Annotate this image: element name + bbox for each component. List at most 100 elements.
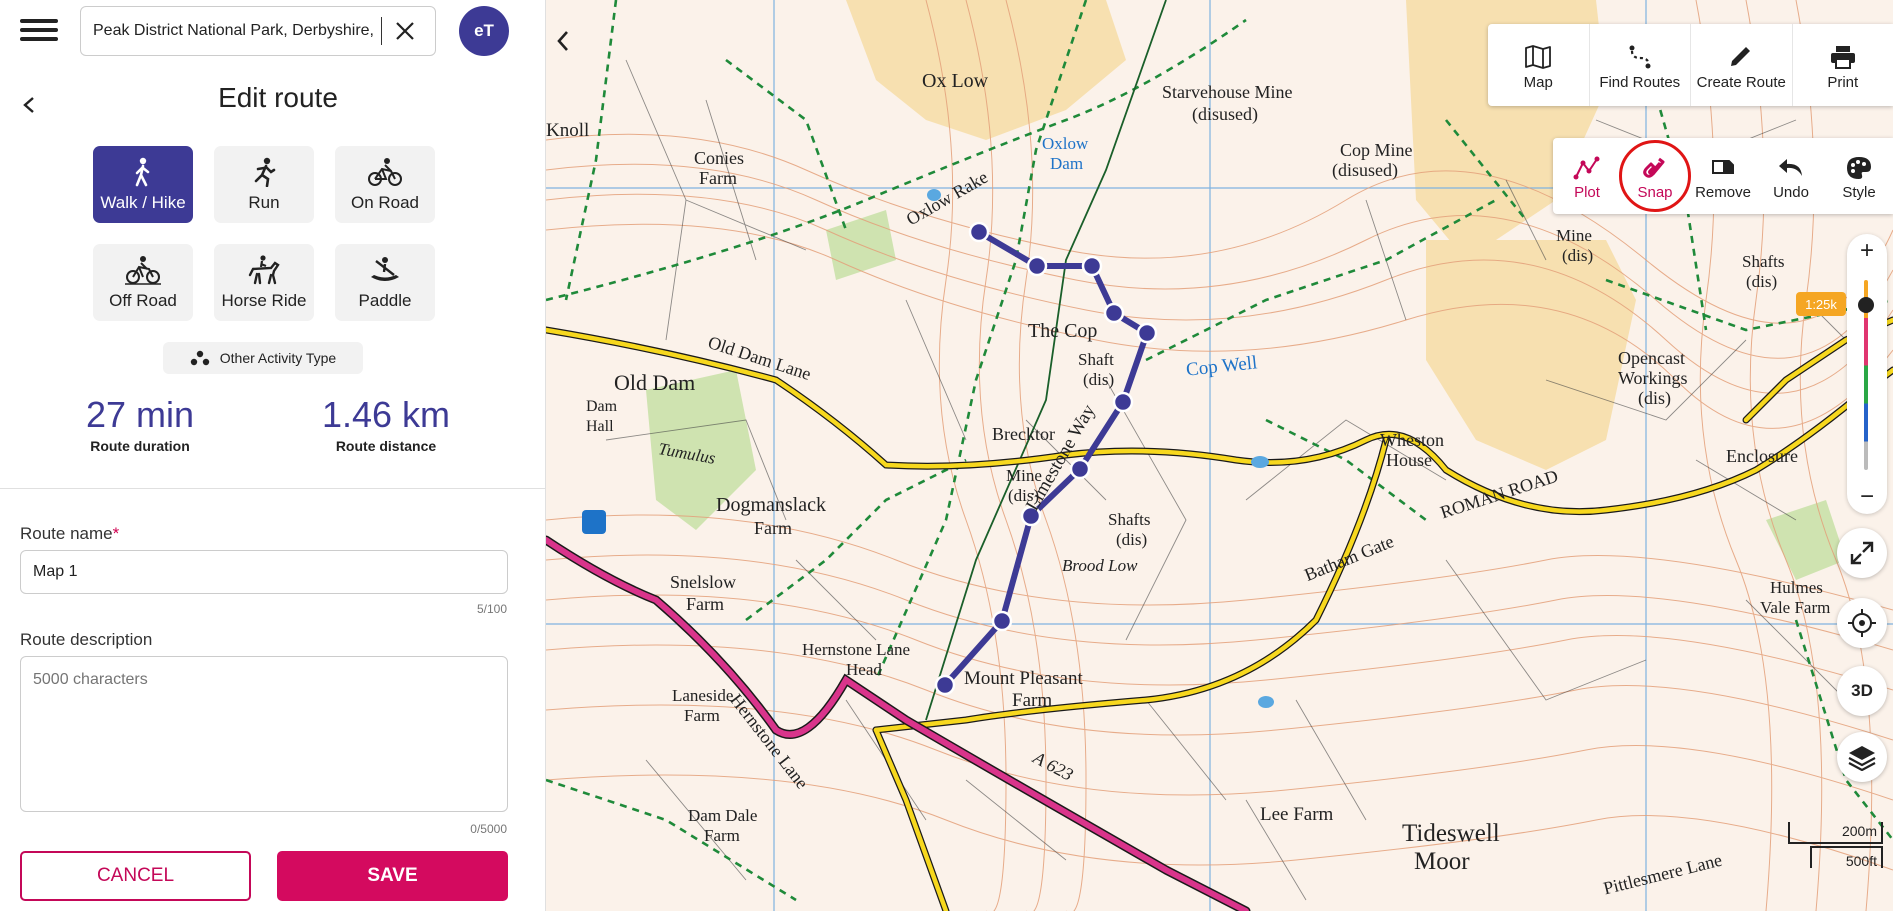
activity-horse-ride[interactable]: Horse Ride xyxy=(214,244,314,321)
duration-label: Route duration xyxy=(90,438,190,454)
other-activity-button[interactable]: Other Activity Type xyxy=(163,342,363,374)
place-label: Mount Pleasant xyxy=(964,668,1083,689)
style-tool[interactable]: Style xyxy=(1825,138,1893,214)
toolbar-label: Find Routes xyxy=(1599,73,1681,91)
place-label: Opencast xyxy=(1618,348,1685,368)
zoom-out-button[interactable]: − xyxy=(1847,480,1887,514)
divider xyxy=(0,488,545,489)
user-avatar[interactable]: eT xyxy=(459,6,509,56)
layers-icon xyxy=(1848,746,1876,771)
collapse-panel-button[interactable] xyxy=(546,20,580,62)
place-label: Oxlow xyxy=(1042,134,1089,153)
place-label: Cop Mine xyxy=(1340,140,1413,160)
place-label: Shaft xyxy=(1078,350,1114,369)
toolbar-label: Map xyxy=(1523,73,1553,91)
place-label: Farm xyxy=(699,168,737,188)
zoom-scale-badge: 1:25k xyxy=(1796,292,1846,316)
draw-tool-label: Snap xyxy=(1637,183,1673,201)
place-label: (dis) xyxy=(1562,246,1594,265)
activity-off-road[interactable]: Off Road xyxy=(93,244,193,321)
place-label: Farm xyxy=(704,826,740,845)
route-waypoint[interactable] xyxy=(1081,255,1103,277)
3d-view-button[interactable]: 3D xyxy=(1837,666,1887,716)
eraser-icon xyxy=(1712,159,1734,174)
distance-value: 1.46 km xyxy=(321,394,451,435)
zoom-in-button[interactable]: + xyxy=(1847,234,1887,268)
os-map-canvas[interactable]: Ox Low Starvehouse Mine (disused) Cop Mi… xyxy=(546,0,1893,911)
required-marker: * xyxy=(112,524,120,543)
walk-icon xyxy=(135,157,150,187)
place-label: Tideswell xyxy=(1402,820,1500,847)
route-waypoint[interactable] xyxy=(991,610,1013,632)
place-label: Farm xyxy=(754,518,792,538)
draw-tool-label: Plot xyxy=(1574,183,1600,201)
scale-metric-label: 200m xyxy=(1841,823,1877,839)
search-input[interactable] xyxy=(93,22,375,40)
place-label: Mine xyxy=(1556,226,1592,245)
activity-label: Horse Ride xyxy=(221,291,307,310)
place-label: Snelslow xyxy=(670,572,737,592)
remove-tool[interactable]: Remove xyxy=(1689,138,1757,214)
route-description-input[interactable] xyxy=(20,656,508,812)
plot-tool[interactable]: Plot xyxy=(1553,138,1621,214)
undo-tool[interactable]: Undo xyxy=(1757,138,1825,214)
run-icon xyxy=(254,157,276,187)
map-layers-tab[interactable]: Map xyxy=(1488,24,1590,106)
duration-value: 27 min xyxy=(85,394,195,435)
route-waypoint[interactable] xyxy=(1026,255,1048,277)
create-route-tab[interactable]: Create Route xyxy=(1691,24,1793,106)
activity-label: Walk / Hike xyxy=(100,193,186,212)
draw-tool-label: Undo xyxy=(1773,183,1809,201)
map-background xyxy=(546,0,1893,911)
place-label: Enclosure xyxy=(1726,446,1798,466)
close-icon xyxy=(396,22,414,40)
snap-tool[interactable]: Snap xyxy=(1619,138,1691,214)
place-label: Farm xyxy=(1012,690,1053,711)
route-waypoint[interactable] xyxy=(1136,322,1158,344)
horse-icon xyxy=(248,255,280,285)
locate-me-button[interactable] xyxy=(1837,598,1887,648)
zoom-slider-handle[interactable] xyxy=(1858,297,1874,313)
activity-run[interactable]: Run xyxy=(214,146,314,223)
toolbar-label: Create Route xyxy=(1696,73,1786,91)
place-label: (disused) xyxy=(1192,104,1258,124)
activity-on-road[interactable]: On Road xyxy=(335,146,435,223)
printer-icon xyxy=(1830,45,1855,69)
route-name-counter: 5/100 xyxy=(476,602,507,616)
route-waypoint[interactable] xyxy=(1069,458,1091,480)
toolbar-label: Print xyxy=(1827,73,1859,91)
route-waypoint[interactable] xyxy=(1112,391,1134,413)
find-routes-tab[interactable]: Find Routes xyxy=(1590,24,1691,106)
cancel-button[interactable]: CANCEL xyxy=(20,851,251,901)
place-label: Dam xyxy=(1050,154,1084,173)
activity-walk-hike[interactable]: Walk / Hike xyxy=(93,146,193,223)
route-waypoint[interactable] xyxy=(968,221,990,243)
activity-paddle[interactable]: Paddle xyxy=(335,244,435,321)
map-toolbar: Map Find Routes Create Route Print xyxy=(1488,24,1893,106)
route-waypoint[interactable] xyxy=(934,674,956,696)
place-label: Farm xyxy=(686,594,724,614)
place-label: House xyxy=(1386,450,1432,470)
place-label: Starvehouse Mine xyxy=(1162,82,1293,102)
print-tab[interactable]: Print xyxy=(1793,24,1893,106)
fullscreen-button[interactable] xyxy=(1837,528,1887,578)
dots-cluster-icon xyxy=(190,350,209,366)
road-bike-icon xyxy=(368,158,402,186)
place-label: Lee Farm xyxy=(1260,804,1334,825)
activity-label: Paddle xyxy=(358,291,412,310)
crosshair-icon xyxy=(1848,609,1876,637)
route-name-label-text: Route name xyxy=(20,524,113,543)
menu-icon[interactable] xyxy=(20,14,58,48)
mountain-bike-icon xyxy=(125,256,161,285)
save-button[interactable]: SAVE xyxy=(277,851,508,901)
pencil-icon xyxy=(1731,46,1751,66)
place-label: Head xyxy=(846,660,882,679)
place-label: Workings xyxy=(1618,368,1688,388)
text-cursor xyxy=(381,17,382,45)
route-name-label: Route name* xyxy=(20,524,119,544)
clear-search-button[interactable] xyxy=(388,14,422,48)
layers-button[interactable] xyxy=(1837,732,1887,782)
route-name-input[interactable] xyxy=(20,550,508,594)
place-label: (dis) xyxy=(1638,388,1671,408)
route-waypoint[interactable] xyxy=(1103,302,1125,324)
